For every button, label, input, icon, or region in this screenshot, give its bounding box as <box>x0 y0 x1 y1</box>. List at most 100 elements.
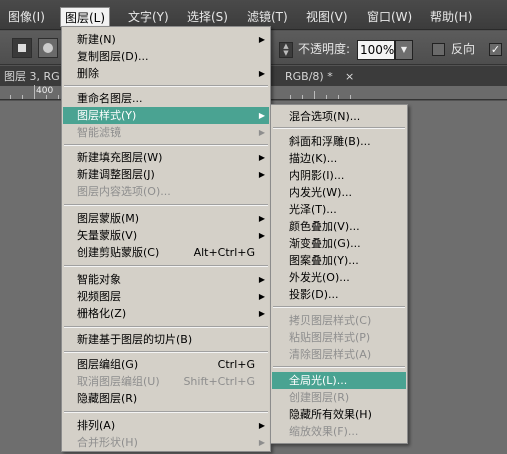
tool-mode-rect-button[interactable] <box>12 38 32 58</box>
menu-item-label: 智能对象 <box>77 273 121 286</box>
menu-filter[interactable]: 滤镜(T) <box>243 8 292 26</box>
ruler-tick <box>314 91 315 99</box>
menu-item-smart-filter[interactable]: 智能滤镜 ▶ <box>63 124 269 141</box>
menu-item-label: 隐藏所有效果(H) <box>289 408 372 421</box>
menu-item-smart-object[interactable]: 智能对象 ▶ <box>63 271 269 288</box>
menu-item-outer-glow[interactable]: 外发光(O)... <box>272 269 406 286</box>
menu-item-label: 图层内容选项(O)... <box>77 185 171 198</box>
menu-item-label: 创建剪贴蒙版(C) <box>77 246 160 259</box>
menu-item-hide-layers[interactable]: 隐藏图层(R) <box>63 390 269 407</box>
menu-layer[interactable]: 图层(L) <box>60 7 111 27</box>
menu-item-ungroup-layers[interactable]: 取消图层编组(U) Shift+Ctrl+G <box>63 373 269 390</box>
menu-item-color-overlay[interactable]: 颜色叠加(V)... <box>272 218 406 235</box>
check-icon: ✓ <box>490 43 501 56</box>
photoshop-window: 图像(I) 图层(L) 文字(Y) 选择(S) 滤镜(T) 视图(V) 窗口(W… <box>0 0 507 454</box>
menu-item-video-layer[interactable]: 视频图层 ▶ <box>63 288 269 305</box>
menu-item-clear-layer-style[interactable]: 清除图层样式(A) <box>272 346 406 363</box>
menu-item-bevel-emboss[interactable]: 斜面和浮雕(B)... <box>272 133 406 150</box>
menu-item-satin[interactable]: 光泽(T)... <box>272 201 406 218</box>
tool-mode-mask-button[interactable] <box>38 38 58 58</box>
menu-item-create-layer[interactable]: 创建图层(R) <box>272 389 406 406</box>
submenu-arrow-icon: ▶ <box>258 231 265 240</box>
menu-item-label: 视频图层 <box>77 290 121 303</box>
menu-item-new-fill-layer[interactable]: 新建填充图层(W) ▶ <box>63 149 269 166</box>
ruler-tick <box>34 85 35 99</box>
submenu-arrow-icon: ▶ <box>258 153 265 162</box>
menu-item-group-layers[interactable]: 图层编组(G) Ctrl+G <box>63 356 269 373</box>
menu-view[interactable]: 视图(V) <box>302 8 352 26</box>
menu-separator <box>64 144 268 146</box>
close-tab-icon[interactable]: × <box>345 69 354 84</box>
menu-image[interactable]: 图像(I) <box>4 8 49 26</box>
document-tab-title[interactable]: 图层 3, RG <box>4 69 60 84</box>
menu-item-rename-layer[interactable]: 重命名图层... <box>63 90 269 107</box>
menu-item-label: 图层编组(G) <box>77 358 139 371</box>
submenu-arrow-icon: ▶ <box>258 214 265 223</box>
menu-item-label: 拷贝图层样式(C) <box>289 314 372 327</box>
menu-item-label: 斜面和浮雕(B)... <box>289 135 371 148</box>
menu-item-duplicate-layer[interactable]: 复制图层(D)... <box>63 48 269 65</box>
menu-separator <box>64 85 268 87</box>
menu-item-label: 新建基于图层的切片(B) <box>77 333 193 346</box>
submenu-arrow-icon: ▶ <box>258 275 265 284</box>
menu-item-hide-all-effects[interactable]: 隐藏所有效果(H) <box>272 406 406 423</box>
opacity-label: 不透明度: <box>298 42 351 56</box>
submenu-arrow-icon: ▶ <box>258 111 265 120</box>
menu-item-inner-glow[interactable]: 内发光(W)... <box>272 184 406 201</box>
menu-item-stroke[interactable]: 描边(K)... <box>272 150 406 167</box>
layer-menu: 新建(N) ▶ 复制图层(D)... 删除 ▶ 重命名图层... 图层样式(Y) ▶ … <box>61 26 271 452</box>
menu-item-rasterize[interactable]: 栅格化(Z) ▶ <box>63 305 269 322</box>
menu-item-drop-shadow[interactable]: 投影(D)... <box>272 286 406 303</box>
menu-separator <box>273 127 405 129</box>
menu-select[interactable]: 选择(S) <box>183 8 232 26</box>
menu-item-new-layer-slice[interactable]: 新建基于图层的切片(B) <box>63 331 269 348</box>
submenu-arrow-icon: ▶ <box>258 170 265 179</box>
menu-item-label: 渐变叠加(G)... <box>289 237 361 250</box>
menu-item-copy-layer-style[interactable]: 拷贝图层样式(C) <box>272 312 406 329</box>
menu-item-label: 粘贴图层样式(P) <box>289 331 371 344</box>
menu-item-shortcut: Alt+Ctrl+G <box>193 246 255 259</box>
menu-item-inner-shadow[interactable]: 内阴影(I)... <box>272 167 406 184</box>
menu-item-new-adjustment-layer[interactable]: 新建调整图层(J) ▶ <box>63 166 269 183</box>
menu-item-layer-style[interactable]: 图层样式(Y) ▶ <box>63 107 269 124</box>
menu-item-vector-mask[interactable]: 矢量蒙版(V) ▶ <box>63 227 269 244</box>
menu-item-global-light[interactable]: 全局光(L)... <box>272 372 406 389</box>
menu-item-label: 混合选项(N)... <box>289 110 361 123</box>
square-icon <box>18 44 26 52</box>
submenu-arrow-icon: ▶ <box>258 128 265 137</box>
menu-item-new[interactable]: 新建(N) ▶ <box>63 31 269 48</box>
mode-spinner[interactable]: ▲ ▼ <box>279 42 293 58</box>
opacity-dropdown-button[interactable]: ▼ <box>395 40 413 60</box>
menu-item-combine-shapes[interactable]: 合并形状(H) ▶ <box>63 434 269 451</box>
menu-item-layer-mask[interactable]: 图层蒙版(M) ▶ <box>63 210 269 227</box>
menu-item-label: 删除 <box>77 67 99 80</box>
menu-item-create-clipping-mask[interactable]: 创建剪贴蒙版(C) Alt+Ctrl+G <box>63 244 269 261</box>
menu-item-label: 矢量蒙版(V) <box>77 229 138 242</box>
menu-item-label: 图层蒙版(M) <box>77 212 140 225</box>
menu-item-scale-effects[interactable]: 缩放效果(F)... <box>272 423 406 440</box>
menu-separator <box>64 204 268 206</box>
menu-item-label: 合并形状(H) <box>77 436 138 449</box>
opacity-input[interactable]: 100% <box>357 40 395 60</box>
ruler-tick <box>350 95 351 99</box>
menu-item-layer-content-options[interactable]: 图层内容选项(O)... <box>63 183 269 200</box>
reverse-checkbox[interactable] <box>432 43 445 56</box>
ruler-tick <box>326 95 327 99</box>
menu-separator <box>273 366 405 368</box>
ruler-tick <box>290 95 291 99</box>
menu-item-paste-layer-style[interactable]: 粘贴图层样式(P) <box>272 329 406 346</box>
ruler-tick <box>58 95 59 99</box>
submenu-arrow-icon: ▶ <box>258 292 265 301</box>
menu-item-arrange[interactable]: 排列(A) ▶ <box>63 417 269 434</box>
menu-item-delete[interactable]: 删除 ▶ <box>63 65 269 82</box>
align-edges-checkbox[interactable]: ✓ <box>489 43 502 56</box>
menu-item-blending-options[interactable]: 混合选项(N)... <box>272 108 406 125</box>
menu-window[interactable]: 窗口(W) <box>363 8 416 26</box>
menu-help[interactable]: 帮助(H) <box>426 8 476 26</box>
menu-item-label: 排列(A) <box>77 419 116 432</box>
menu-type[interactable]: 文字(Y) <box>124 8 173 26</box>
ruler-tick <box>338 95 339 99</box>
menu-item-pattern-overlay[interactable]: 图案叠加(Y)... <box>272 252 406 269</box>
menu-item-label: 创建图层(R) <box>289 391 350 404</box>
menu-item-gradient-overlay[interactable]: 渐变叠加(G)... <box>272 235 406 252</box>
